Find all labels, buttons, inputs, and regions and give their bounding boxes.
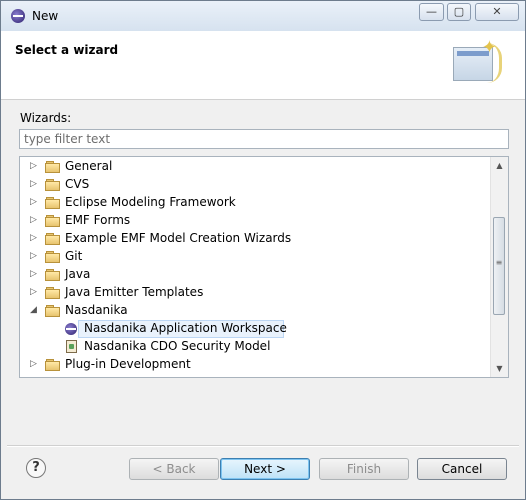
tree-item-label: Git xyxy=(65,249,83,263)
tree-item-label: Nasdanika xyxy=(65,303,128,317)
tree-item-label: General xyxy=(65,159,113,173)
page-title: Select a wizard xyxy=(15,43,119,57)
folder-icon xyxy=(45,214,61,228)
folder-icon xyxy=(45,160,61,174)
folder-icon xyxy=(45,232,61,246)
tree-item[interactable]: ▷ Git xyxy=(20,248,492,266)
scroll-down-arrow-icon[interactable]: ▼ xyxy=(491,360,508,377)
button-bar-separator xyxy=(7,445,519,447)
tree-item[interactable]: Nasdanika CDO Security Model xyxy=(20,338,492,356)
help-button[interactable]: ? xyxy=(26,458,46,478)
tree-item[interactable]: ▷ Java xyxy=(20,266,492,284)
expand-arrow-icon[interactable]: ▷ xyxy=(30,233,40,243)
cancel-button[interactable]: Cancel xyxy=(417,458,507,480)
expand-arrow-icon[interactable]: ▷ xyxy=(30,287,40,297)
tree-item-label: CVS xyxy=(65,177,90,191)
folder-icon xyxy=(45,268,61,282)
tree-item[interactable]: ▷ CVS xyxy=(20,176,492,194)
expand-arrow-icon[interactable]: ▷ xyxy=(30,269,40,279)
finish-button[interactable]: Finish xyxy=(319,458,409,480)
tree-item[interactable]: ▷ Eclipse Modeling Framework xyxy=(20,194,492,212)
scrollbar-thumb[interactable]: ≡ xyxy=(493,217,505,315)
folder-icon xyxy=(45,286,61,300)
new-wizard-window: New — ▢ ✕ Select a wizard ✦ Wizards: ▷ G… xyxy=(0,0,526,500)
wizards-label: Wizards: xyxy=(20,111,72,125)
window-title: New xyxy=(32,9,59,23)
eclipse-icon xyxy=(11,9,25,23)
next-button[interactable]: Next > xyxy=(220,458,310,480)
tree-item[interactable]: ▷ EMF Forms xyxy=(20,212,492,230)
tree-item[interactable]: ▷ General xyxy=(20,158,492,176)
security-model-icon xyxy=(66,340,77,353)
tree-item[interactable]: ▷ Plug-in Development xyxy=(20,356,492,374)
folder-icon xyxy=(45,358,61,372)
tree-item-label: Plug-in Development xyxy=(65,357,191,371)
minimize-button[interactable]: — xyxy=(419,3,444,21)
back-button[interactable]: < Back xyxy=(129,458,219,480)
tree-item-label: EMF Forms xyxy=(65,213,131,227)
expand-arrow-icon[interactable]: ▷ xyxy=(30,179,40,189)
expand-arrow-icon[interactable]: ▷ xyxy=(30,251,40,261)
tree-item-selected[interactable]: Nasdanika Application Workspace xyxy=(20,320,492,338)
close-button[interactable]: ✕ xyxy=(475,3,519,21)
collapse-arrow-icon[interactable]: ◢ xyxy=(30,305,40,315)
expand-arrow-icon[interactable]: ▷ xyxy=(30,197,40,207)
title-bar[interactable]: New — ▢ ✕ xyxy=(1,1,525,31)
expand-arrow-icon[interactable]: ▷ xyxy=(30,161,40,171)
tree-item-label: Nasdanika CDO Security Model xyxy=(84,339,271,353)
tree-item[interactable]: ▷ Example EMF Model Creation Wizards xyxy=(20,230,492,248)
eclipse-icon xyxy=(65,323,77,335)
maximize-button[interactable]: ▢ xyxy=(447,3,471,21)
tree-item-label: Java Emitter Templates xyxy=(65,285,204,299)
sparkle-icon: ✦ xyxy=(481,37,497,58)
wizard-banner: Select a wizard ✦ xyxy=(1,31,525,100)
tree-item-label: Nasdanika Application Workspace xyxy=(84,321,287,335)
open-folder-icon xyxy=(45,304,61,318)
folder-icon xyxy=(45,178,61,192)
tree-item-label: Java xyxy=(65,267,91,281)
filter-input[interactable] xyxy=(19,129,509,149)
expand-arrow-icon[interactable]: ▷ xyxy=(30,359,40,369)
scroll-up-arrow-icon[interactable]: ▲ xyxy=(491,157,508,174)
tree-item-label: Example EMF Model Creation Wizards xyxy=(65,231,292,245)
expand-arrow-icon[interactable]: ▷ xyxy=(30,215,40,225)
vertical-scrollbar[interactable]: ▲ ≡ ▼ xyxy=(490,157,508,377)
folder-icon xyxy=(45,196,61,210)
tree-item[interactable]: ◢ Nasdanika xyxy=(20,302,492,320)
wizard-tree[interactable]: ▷ General ▷ CVS ▷ Eclipse Modeling Frame… xyxy=(19,156,509,378)
tree-item-label: Eclipse Modeling Framework xyxy=(65,195,236,209)
tree-item[interactable]: ▷ Java Emitter Templates xyxy=(20,284,492,302)
folder-icon xyxy=(45,250,61,264)
